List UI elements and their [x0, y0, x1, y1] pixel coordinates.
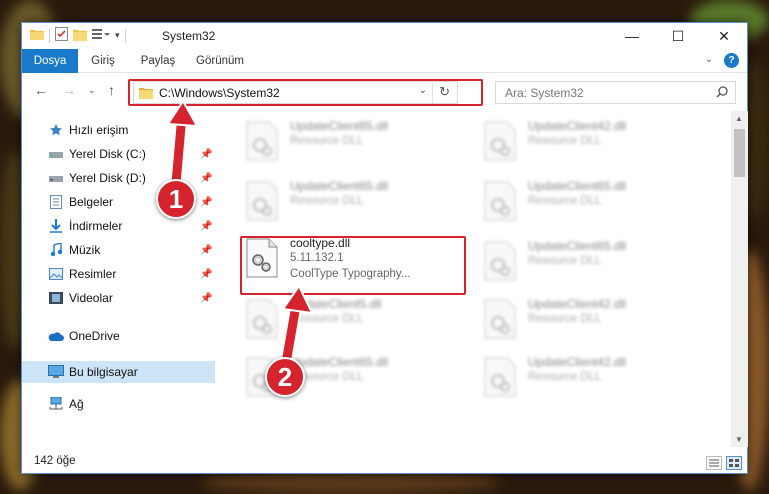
step-2-badge: 2 — [265, 357, 305, 397]
step-1-badge: 1 — [156, 179, 196, 219]
annotation-arrows — [166, 99, 314, 370]
